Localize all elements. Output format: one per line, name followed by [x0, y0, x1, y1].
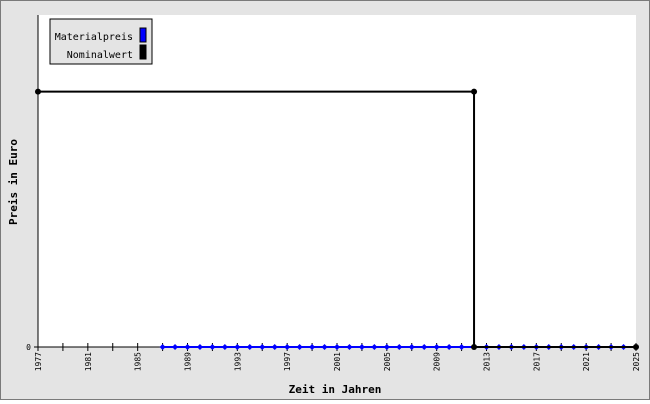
data-point-nominalwert — [471, 88, 478, 95]
plot-area — [38, 15, 636, 347]
data-point-nominalwert — [471, 344, 478, 350]
x-tick-label: 1985 — [134, 352, 143, 371]
legend: Materialpreis Nominalwert — [49, 18, 153, 65]
x-tick-label: 2017 — [532, 352, 541, 371]
x-tick-label: 2025 — [632, 352, 641, 371]
legend-swatch-materialpreis — [139, 27, 147, 43]
y-axis-label: Preis in Euro — [7, 139, 20, 225]
x-tick-label: 2021 — [582, 352, 591, 371]
legend-label-materialpreis: Materialpreis — [55, 32, 133, 43]
legend-label-nominalwert: Nominalwert — [67, 50, 133, 61]
data-point-nominalwert — [633, 344, 639, 350]
x-axis-label: Zeit in Jahren — [289, 383, 382, 396]
x-tick-label: 1997 — [283, 352, 292, 371]
x-tick-label: 2009 — [433, 352, 442, 371]
data-point-nominalwert — [35, 88, 41, 95]
x-tick-label: 1989 — [184, 352, 193, 371]
chart-container: 1977 1981 1985 1989 1993 1997 2001 2005 2009 2013… — [0, 0, 650, 400]
x-tick-label: 1993 — [233, 352, 242, 371]
x-tick-label: 1977 — [34, 352, 43, 371]
chart-svg: 1977 1981 1985 1989 1993 1997 2001 2005 2009 2013… — [0, 0, 650, 400]
x-tick-label: 2013 — [483, 352, 492, 371]
x-tick-label: 2001 — [333, 352, 342, 371]
x-tick-label: 2005 — [383, 352, 392, 371]
legend-swatch-nominalwert — [139, 44, 147, 60]
x-tick-label: 1981 — [84, 352, 93, 371]
y-tick-label: 0 — [26, 343, 31, 352]
